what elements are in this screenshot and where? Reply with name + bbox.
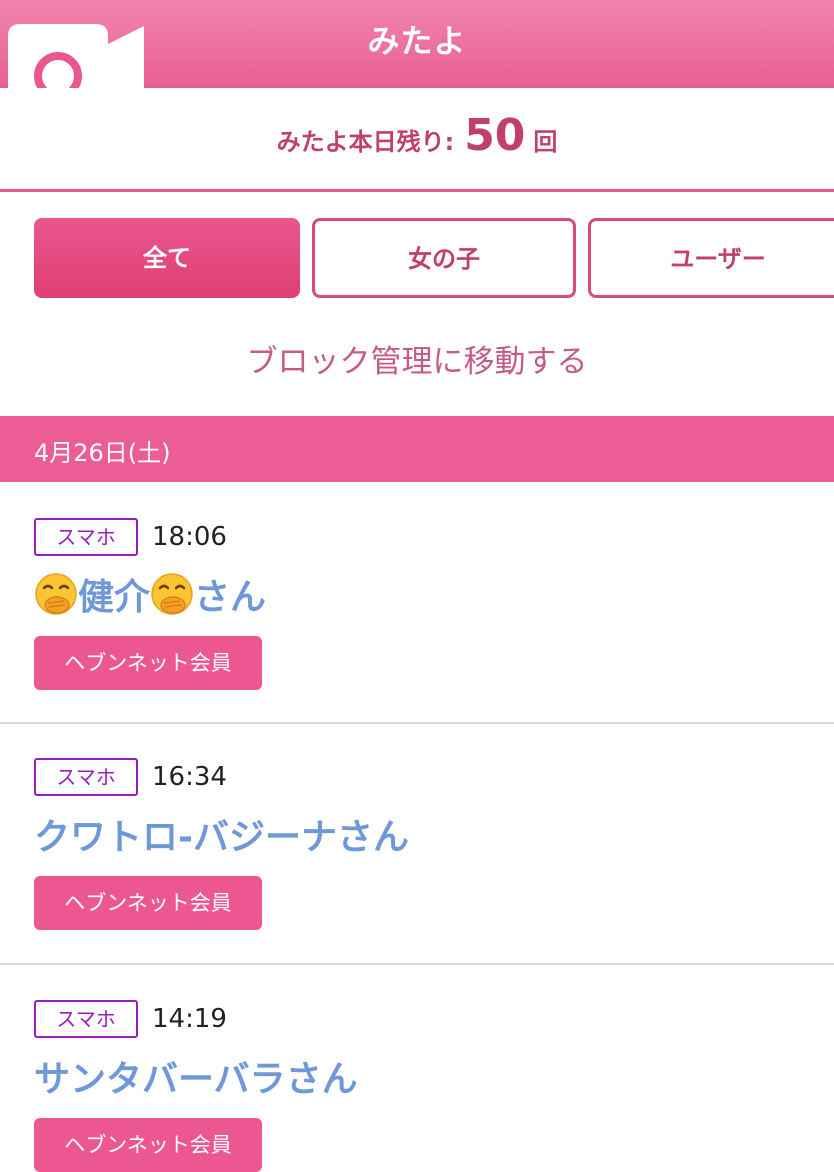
- counter-divider: [0, 189, 834, 192]
- header-bar: みたよ: [0, 0, 834, 88]
- remaining-count-panel: みたよ本日残り: 50 回: [0, 88, 834, 190]
- visit-time: 18:06: [152, 522, 227, 552]
- remaining-count-value: 50: [464, 110, 526, 161]
- page-title: みたよ: [367, 22, 467, 60]
- visitor-name-link[interactable]: 健介 さん: [34, 568, 266, 620]
- visit-time: 16:34: [152, 762, 227, 792]
- device-badge: スマホ: [34, 518, 138, 556]
- member-badge: ヘブンネット会員: [34, 636, 262, 690]
- device-badge: スマホ: [34, 758, 138, 796]
- remaining-count-label: みたよ本日残り:: [276, 128, 455, 156]
- visitor-name-text: 健介: [78, 577, 151, 618]
- list-divider: [0, 722, 834, 724]
- remaining-count-unit: 回: [533, 128, 558, 156]
- visitor-name-link[interactable]: サンタバーバラさん: [34, 1050, 358, 1102]
- member-badge: ヘブンネット会員: [34, 876, 262, 930]
- list-divider: [0, 963, 834, 965]
- visitor-name-link[interactable]: クワトロ-バジーナさん: [34, 808, 409, 860]
- hand-over-mouth-emoji-icon: [151, 573, 193, 615]
- date-label: 4月26日(土): [34, 439, 171, 467]
- device-badge: スマホ: [34, 1000, 138, 1038]
- filter-tab-users[interactable]: ユーザー: [588, 218, 834, 298]
- member-badge: ヘブンネット会員: [34, 1118, 262, 1172]
- visitor-name-suffix: さん: [194, 577, 267, 618]
- hand-over-mouth-emoji-icon: [35, 573, 77, 615]
- filter-tab-all[interactable]: 全て: [34, 218, 300, 298]
- block-management-link[interactable]: ブロック管理に移動する: [0, 336, 834, 381]
- date-header: 4月26日(土): [0, 416, 834, 482]
- filter-tab-girls[interactable]: 女の子: [312, 218, 576, 298]
- visit-time: 14:19: [152, 1004, 227, 1034]
